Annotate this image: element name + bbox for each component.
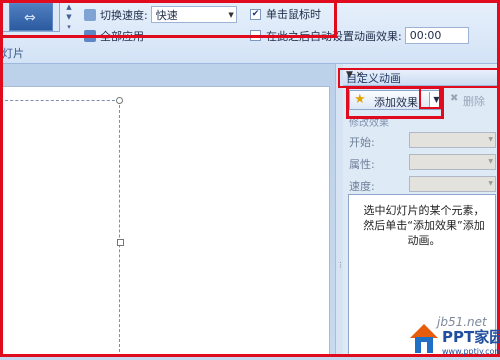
highlight-frame-outer: [0, 0, 500, 357]
highlight-dropdown-arrow: [419, 87, 441, 109]
highlight-ribbon: [0, 0, 337, 38]
logo-domain-text: www.pptjy.com: [442, 347, 500, 356]
logo-brand-text: PPT家园: [442, 328, 500, 346]
pptjy-logo: PPT家园 www.pptjy.com: [408, 318, 500, 357]
highlight-pane-title: [338, 68, 500, 88]
house-logo-icon: PPT家园 www.pptjy.com: [410, 324, 500, 356]
